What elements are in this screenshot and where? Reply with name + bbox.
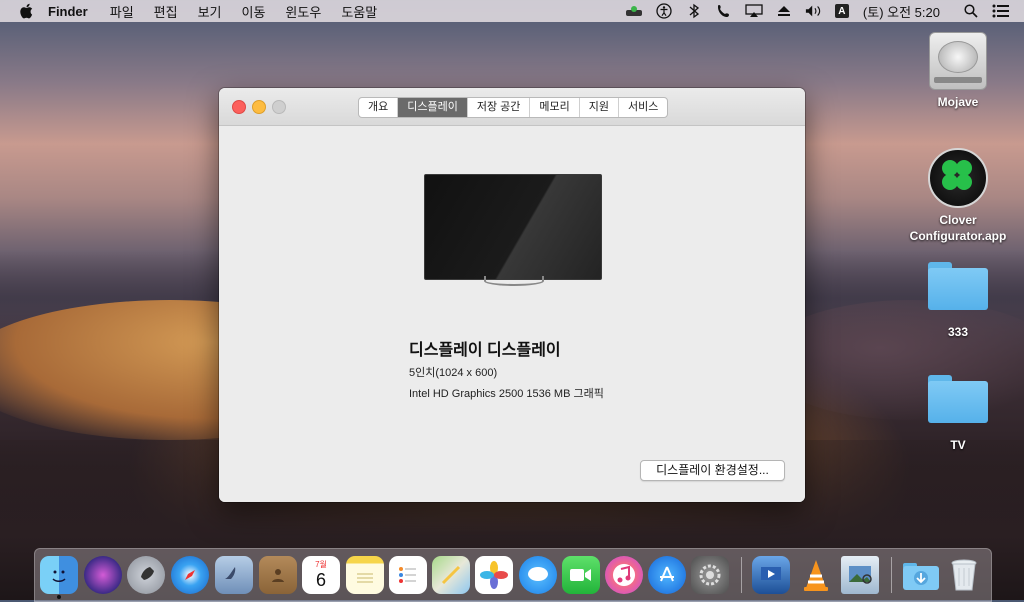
desktop-icon-label: TV [950,438,966,452]
contacts-icon[interactable] [259,556,297,594]
desktop-icon-label: 333 [947,325,969,339]
photos-icon[interactable] [475,556,513,594]
menu-file[interactable]: 파일 [110,2,134,21]
menu-app-finder[interactable]: Finder [48,4,88,19]
spotlight-search-icon[interactable] [962,3,980,19]
apple-menu-icon[interactable] [20,3,34,19]
clover-status-icon[interactable] [625,3,643,19]
tab-overview[interactable]: 개요 [359,98,399,117]
downloads-folder-icon[interactable] [902,556,940,594]
hard-drive-icon [929,32,987,90]
tab-bar: 개요 디스플레이 저장 공간 메모리 지원 서비스 [358,97,669,118]
folder-icon [928,262,988,310]
folder-icon [928,375,988,423]
display-monitor-icon [424,174,602,286]
app-store-icon[interactable] [648,556,686,594]
menu-clock[interactable]: (토) 오전 5:20 [863,2,940,21]
phone-icon[interactable] [715,3,733,19]
desktop-icon-clover-configurator[interactable]: Clover Configurator.app [908,148,1008,244]
finder-icon[interactable] [40,556,78,594]
trash-icon[interactable] [945,556,983,594]
mail-icon[interactable] [215,556,253,594]
desktop-icon-label-line1: Clover [939,213,977,227]
calendar-month: 7월 [315,560,327,569]
close-button[interactable] [232,100,246,114]
window-titlebar[interactable]: 개요 디스플레이 저장 공간 메모리 지원 서비스 [219,88,805,126]
itunes-icon[interactable] [605,556,643,594]
system-preferences-icon[interactable] [691,556,729,594]
preview-icon[interactable] [841,556,879,594]
safari-icon[interactable] [171,556,209,594]
menu-help[interactable]: 도움말 [341,2,377,21]
display-graphics: Intel HD Graphics 2500 1536 MB 그래픽 [409,388,604,400]
vlc-icon[interactable] [797,556,835,594]
dock: 7월 6 [34,548,992,602]
facetime-icon[interactable] [562,556,600,594]
zoom-button [272,100,286,114]
clover-app-icon [928,148,988,208]
desktop-icon-folder-333[interactable]: 333 [908,262,1008,340]
desktop-icon-label-line2: Configurator.app [909,229,1007,243]
calendar-icon[interactable]: 7월 6 [302,556,340,594]
about-this-mac-window: 개요 디스플레이 저장 공간 메모리 지원 서비스 디스플레이 디스플레이 5인… [219,88,805,502]
input-source-icon[interactable]: A [834,4,849,18]
notification-center-icon[interactable] [992,3,1010,19]
menu-edit[interactable]: 편집 [154,2,178,21]
siri-icon[interactable] [84,556,122,594]
tab-service[interactable]: 서비스 [619,98,667,117]
tab-memory[interactable]: 메모리 [530,98,580,117]
maps-icon[interactable] [432,556,470,594]
desktop-icon-mojave[interactable]: Mojave [908,32,1008,110]
display-resolution: 5인치(1024 x 600) [409,367,498,379]
display-preferences-button[interactable]: 디스플레이 환경설정... [640,460,785,481]
reminders-icon[interactable] [389,556,427,594]
window-content: 디스플레이 디스플레이 5인치(1024 x 600) Intel HD Gra… [219,126,805,502]
airplay-icon[interactable] [745,3,763,19]
desktop-icon-folder-tv[interactable]: TV [908,375,1008,453]
calendar-day: 6 [315,570,326,590]
tab-storage[interactable]: 저장 공간 [468,98,531,117]
menu-window[interactable]: 윈도우 [285,2,321,21]
menu-go[interactable]: 이동 [242,2,266,21]
messages-icon[interactable] [519,556,557,594]
finder-running-indicator [57,595,61,599]
volume-icon[interactable] [805,3,823,19]
display-name: 디스플레이 디스플레이 [409,342,561,359]
accessibility-icon[interactable] [655,3,673,19]
menu-bar-status-area: A (토) 오전 5:20 [619,0,1024,22]
minimize-button[interactable] [252,100,266,114]
bluetooth-icon[interactable] [685,3,703,19]
dock-separator [741,557,742,593]
eject-icon[interactable] [775,3,793,19]
tab-displays[interactable]: 디스플레이 [398,98,468,117]
launchpad-icon[interactable] [127,556,165,594]
notes-icon[interactable] [346,556,384,594]
menu-view[interactable]: 보기 [198,2,222,21]
tab-support[interactable]: 지원 [580,98,620,117]
dock-separator [891,557,892,593]
keynote-icon[interactable] [752,556,790,594]
desktop-icon-label: Mojave [937,95,979,109]
menu-bar: Finder 파일 편집 보기 이동 윈도우 도움말 A (토) 오전 5:20 [0,0,1024,22]
